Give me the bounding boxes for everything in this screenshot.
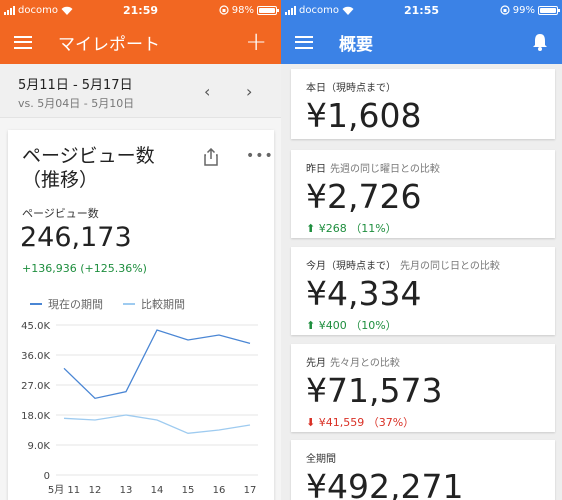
card-change: ⬇ ¥41,559 （37%）: [306, 416, 415, 429]
arrow-down-icon: ⬇: [306, 416, 316, 429]
summary-card-all-time[interactable]: 全期間 ¥492,271: [291, 440, 555, 500]
pageviews-card: ページビュー数（推移） ••• ページビュー数 246,173 +136,936…: [8, 130, 274, 500]
card-label: 全期間: [306, 454, 336, 465]
share-icon[interactable]: [203, 148, 219, 166]
bell-icon[interactable]: [532, 33, 548, 51]
x-tick-label: 13: [120, 485, 133, 496]
y-tick-label: 9.0K: [28, 441, 51, 452]
card-amount: ¥492,271: [306, 467, 464, 500]
menu-icon[interactable]: [14, 35, 32, 49]
x-tick-label: 12: [89, 485, 102, 496]
metric-label: ページビュー数: [22, 207, 99, 220]
summary-card-today[interactable]: 本日（現時点まで） ¥1,608: [291, 69, 555, 139]
x-tick-label: 15: [182, 485, 195, 496]
chart-legend: 現在の期間 比較期間: [30, 296, 185, 312]
y-tick-label: 0: [44, 471, 50, 482]
card-sublabel: 先週の同じ曜日との比較: [330, 164, 440, 175]
card-change: ⬆ ¥268 （11%）: [306, 222, 397, 235]
card-label: 先月 先々月との比較: [306, 358, 400, 369]
prev-period-button[interactable]: ‹: [204, 82, 210, 101]
more-icon[interactable]: •••: [246, 148, 274, 164]
battery-icon: [538, 5, 560, 15]
legend-swatch-previous: [123, 303, 135, 305]
card-label: 昨日 先週の同じ曜日との比較: [306, 164, 440, 175]
card-amount: ¥1,608: [306, 96, 422, 135]
page-title: 概要: [339, 34, 373, 55]
y-tick-label: 45.0K: [21, 321, 50, 332]
card-amount: ¥71,573: [306, 371, 443, 410]
y-tick-label: 36.0K: [21, 351, 50, 362]
status-bar: docomo 21:55 99%: [281, 0, 562, 20]
series-line: [63, 329, 251, 400]
card-label: 本日（現時点まで）: [306, 83, 396, 94]
page-title: マイレポート: [58, 34, 160, 55]
x-tick-label: 5月 11: [48, 484, 80, 496]
card-amount: ¥4,334: [306, 274, 422, 313]
card-sublabel: 先々月との比較: [330, 358, 400, 369]
next-period-button[interactable]: ›: [246, 82, 252, 101]
app-bar: マイレポート +: [0, 20, 281, 64]
card-label: 今月（現時点まで） 先月の同じ日との比較: [306, 261, 500, 272]
app-bar: 概要: [281, 20, 562, 64]
x-tick-label: 17: [244, 485, 257, 496]
battery-icon: [257, 5, 279, 15]
menu-icon[interactable]: [295, 35, 313, 49]
metric-value: 246,173: [20, 222, 132, 253]
arrow-up-icon: ⬆: [306, 319, 316, 332]
card-sublabel: 先月の同じ日との比較: [400, 261, 500, 272]
x-tick-label: 16: [213, 485, 226, 496]
card-amount: ¥2,726: [306, 177, 422, 216]
add-button[interactable]: +: [245, 29, 267, 55]
arrow-up-icon: ⬆: [306, 222, 316, 235]
card-change: ⬆ ¥400 （10%）: [306, 319, 397, 332]
status-bar: docomo 21:59 98%: [0, 0, 281, 20]
y-tick-label: 18.0K: [21, 411, 50, 422]
overview-screen: docomo 21:55 99% 概要 本日（現時点まで） ¥1,608 昨日先…: [281, 0, 562, 500]
series-line: [63, 414, 251, 434]
x-tick-label: 14: [151, 485, 164, 496]
status-time: 21:59: [122, 3, 158, 17]
summary-card-yesterday[interactable]: 昨日 先週の同じ曜日との比較 ¥2,726 ⬆ ¥268 （11%）: [291, 150, 555, 238]
legend-swatch-current: [30, 303, 42, 305]
date-range: 5月11日 - 5月17日: [18, 78, 133, 93]
summary-card-this-month[interactable]: 今月（現時点まで） 先月の同じ日との比較 ¥4,334 ⬆ ¥400 （10%）: [291, 247, 555, 335]
pageviews-line-chart: 45.0K 36.0K 27.0K 18.0K 9.0K 0 5月 11 12 13 14 15 16…: [21, 321, 258, 496]
y-tick-label: 27.0K: [21, 381, 50, 392]
legend-previous: 比較期間: [141, 298, 185, 311]
card-title: ページビュー数（推移）: [22, 145, 155, 191]
date-range-selector[interactable]: 5月11日 - 5月17日 vs. 5月04日 - 5月10日 ‹ ›: [0, 64, 281, 118]
compare-range: vs. 5月04日 - 5月10日: [18, 97, 135, 110]
summary-card-last-month[interactable]: 先月 先々月との比較 ¥71,573 ⬇ ¥41,559 （37%）: [291, 344, 555, 432]
my-report-screen: docomo 21:59 98% マイレポート + 5月11日 - 5月17日 …: [0, 0, 281, 500]
status-time: 21:55: [403, 3, 439, 17]
metric-delta: +136,936 (+125.36%): [22, 262, 147, 275]
legend-current: 現在の期間: [48, 298, 103, 311]
